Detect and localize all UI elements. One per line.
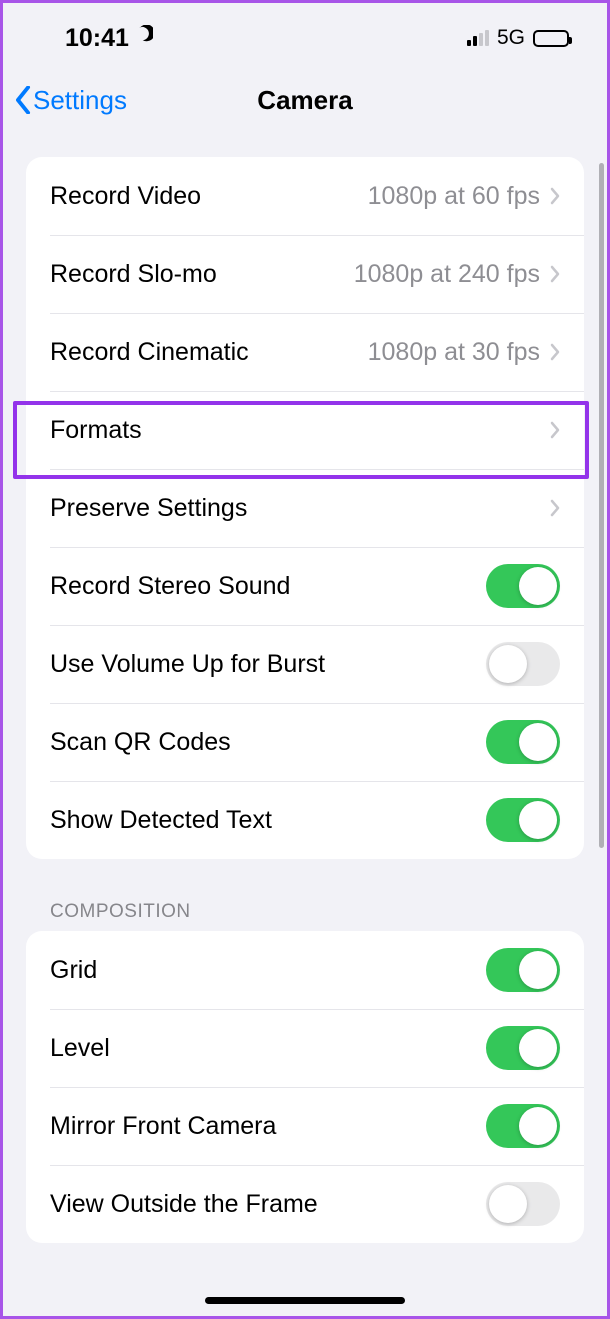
row-grid: Grid [26,931,584,1009]
row-label: View Outside the Frame [50,1190,318,1219]
toggle-level[interactable] [486,1026,560,1070]
row-detail: 1080p at 60 fps [368,182,540,211]
toggle-grid[interactable] [486,948,560,992]
back-label: Settings [33,85,127,116]
battery-icon [533,30,569,47]
row-level: Level [26,1009,584,1087]
row-label: Record Cinematic [50,338,249,367]
row-label: Show Detected Text [50,806,272,835]
row-record-cinematic[interactable]: Record Cinematic 1080p at 30 fps [26,313,584,391]
row-formats[interactable]: Formats [26,391,584,469]
toggle-scan-qr[interactable] [486,720,560,764]
row-label: Formats [50,416,142,445]
row-label: Record Slo-mo [50,260,217,289]
home-indicator[interactable] [205,1297,405,1304]
toggle-mirror-front[interactable] [486,1104,560,1148]
status-bar: 10:41 5G [3,3,607,63]
row-volume-burst: Use Volume Up for Burst [26,625,584,703]
status-right: 5G [467,26,569,50]
chevron-right-icon [550,499,560,517]
row-label: Grid [50,956,97,985]
chevron-left-icon [15,86,31,114]
content-area: Record Video 1080p at 60 fps Record Slo-… [3,157,607,1243]
scroll-indicator[interactable] [599,163,604,848]
settings-group-main: Record Video 1080p at 60 fps Record Slo-… [26,157,584,859]
section-header-composition: COMPOSITION [50,901,562,923]
row-label: Mirror Front Camera [50,1112,276,1141]
row-preserve-settings[interactable]: Preserve Settings [26,469,584,547]
chevron-right-icon [550,421,560,439]
toggle-stereo-sound[interactable] [486,564,560,608]
toggle-detected-text[interactable] [486,798,560,842]
chevron-right-icon [550,265,560,283]
page-title: Camera [257,85,352,116]
toggle-view-outside-frame[interactable] [486,1182,560,1226]
cellular-signal-icon [467,30,489,46]
row-stereo-sound: Record Stereo Sound [26,547,584,625]
row-label: Record Stereo Sound [50,572,290,601]
row-label: Level [50,1034,110,1063]
status-time: 10:41 [65,24,129,53]
network-label: 5G [497,26,525,50]
row-label: Preserve Settings [50,494,247,523]
row-detail: 1080p at 30 fps [368,338,540,367]
row-label: Use Volume Up for Burst [50,650,325,679]
toggle-volume-burst[interactable] [486,642,560,686]
row-label: Scan QR Codes [50,728,231,757]
row-record-slomo[interactable]: Record Slo-mo 1080p at 240 fps [26,235,584,313]
row-view-outside-frame: View Outside the Frame [26,1165,584,1243]
chevron-right-icon [550,187,560,205]
status-time-group: 10:41 [65,24,153,53]
chevron-right-icon [550,343,560,361]
row-detected-text: Show Detected Text [26,781,584,859]
settings-group-composition: Grid Level Mirror Front Camera View Outs… [26,931,584,1243]
row-record-video[interactable]: Record Video 1080p at 60 fps [26,157,584,235]
do-not-disturb-icon [133,25,153,51]
row-mirror-front: Mirror Front Camera [26,1087,584,1165]
row-detail: 1080p at 240 fps [354,260,540,289]
row-scan-qr: Scan QR Codes [26,703,584,781]
nav-header: Settings Camera [3,63,607,137]
back-button[interactable]: Settings [3,85,127,116]
row-label: Record Video [50,182,201,211]
